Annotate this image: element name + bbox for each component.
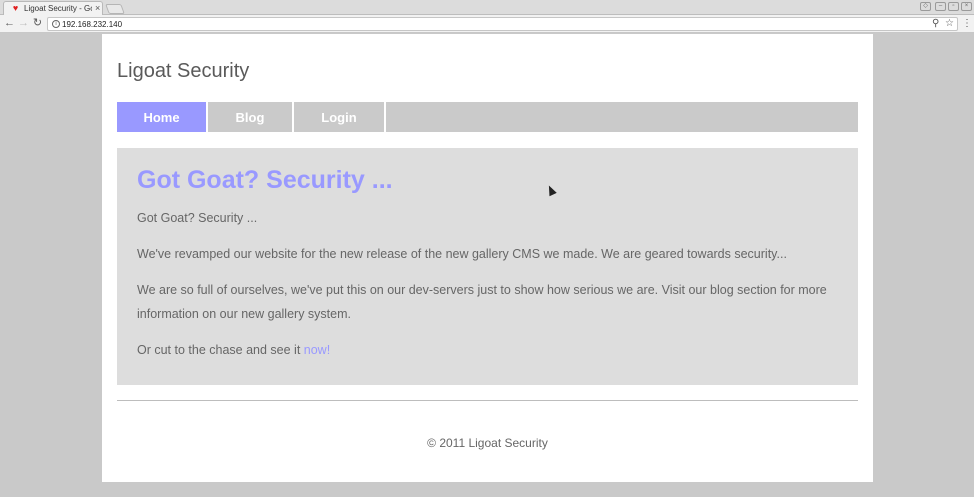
intro-paragraph: Got Goat? Security ... <box>137 211 258 225</box>
revamp-paragraph: We've revamped our website for the new r… <box>137 247 787 261</box>
address-bar[interactable]: i 192.168.232.140 ⚲ ☆ <box>47 17 958 31</box>
forward-arrow-icon[interactable]: → <box>17 17 30 30</box>
dev-servers-paragraph: We are so full of ourselves, we've put t… <box>137 283 827 321</box>
site-title: Ligoat Security <box>117 60 250 82</box>
new-tab-button[interactable] <box>105 4 125 14</box>
reload-icon[interactable]: ↻ <box>31 17 44 30</box>
tab-title: Ligoat Security - Go <box>24 4 92 13</box>
site-favicon-icon: ♥ <box>12 3 19 13</box>
browser-menu-icon[interactable]: ⋮ <box>962 17 972 30</box>
profile-icon[interactable]: ◇ <box>920 2 931 11</box>
tab-bar: ♥ Ligoat Security - Go × ◇ – ▫ × <box>0 0 974 15</box>
nav-item-login[interactable]: Login <box>294 102 386 132</box>
browser-tab[interactable]: ♥ Ligoat Security - Go × <box>3 1 103 15</box>
page-container: Ligoat Security Home Blog Login Got Goat… <box>102 34 873 482</box>
tab-close-icon[interactable]: × <box>95 4 100 13</box>
restore-icon[interactable]: ▫ <box>948 2 959 11</box>
now-link[interactable]: now! <box>304 343 330 357</box>
cta-paragraph: Or cut to the chase and see it now! <box>137 338 838 362</box>
main-nav: Home Blog Login <box>117 102 858 132</box>
back-arrow-icon[interactable]: ← <box>3 17 16 30</box>
footer-divider <box>117 400 858 401</box>
nav-item-home[interactable]: Home <box>117 102 208 132</box>
info-icon[interactable]: i <box>52 20 60 28</box>
page-headline: Got Goat? Security ... <box>137 166 393 194</box>
minimize-icon[interactable]: – <box>935 2 946 11</box>
zoom-icon[interactable]: ⚲ <box>932 18 939 30</box>
browser-toolbar: ← → ↻ i 192.168.232.140 ⚲ ☆ <box>0 15 974 33</box>
close-window-icon[interactable]: × <box>961 2 972 11</box>
footer-copyright: © 2011 Ligoat Security <box>427 436 548 450</box>
nav-item-blog[interactable]: Blog <box>208 102 294 132</box>
address-url[interactable]: 192.168.232.140 <box>62 19 122 30</box>
cta-text: Or cut to the chase and see it <box>137 343 304 357</box>
main-content: Got Goat? Security ... Got Goat? Securit… <box>117 148 858 385</box>
bookmark-star-icon[interactable]: ☆ <box>945 18 954 30</box>
